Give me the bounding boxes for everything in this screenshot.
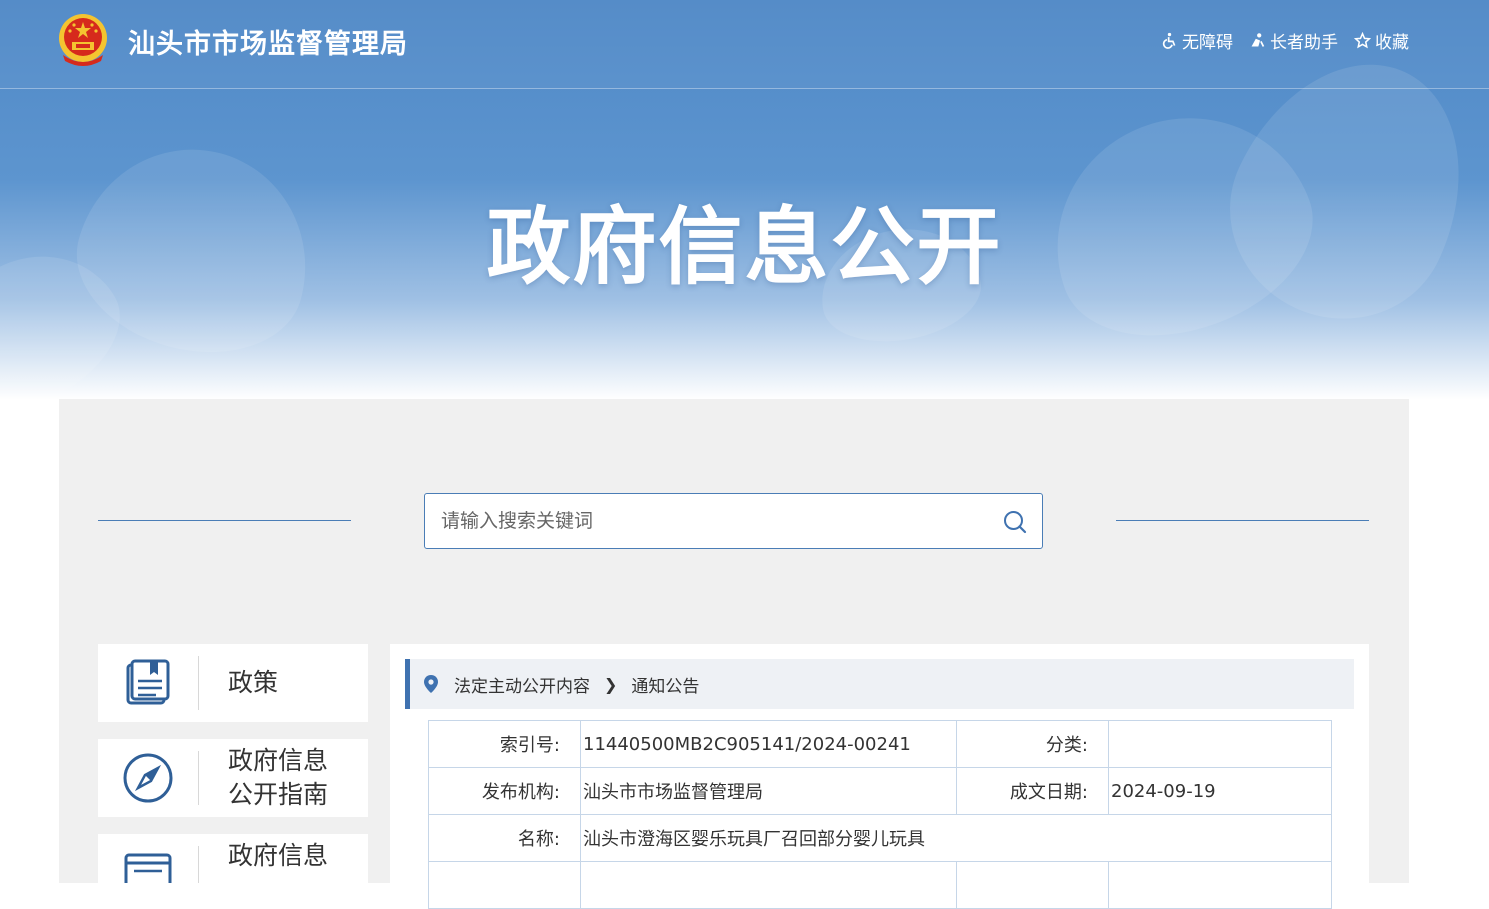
content-card: 法定主动公开内容 ❯ 通知公告 索引号: 11440500MB2C905141/… [390, 644, 1369, 909]
index-value: 11440500MB2C905141/2024-00241 [580, 720, 957, 768]
wheelchair-icon [1162, 32, 1176, 49]
elderly-assistant-link[interactable]: 长者助手 [1249, 28, 1338, 53]
elderly-assist-icon [1251, 33, 1265, 47]
sidebar-item-label: 政府信息 [228, 841, 329, 870]
sidebar-item-gov-info[interactable]: 政府信息 [98, 834, 368, 883]
table-cell [956, 861, 1109, 909]
date-value: 2024-09-19 [1108, 767, 1332, 815]
breadcrumb-link-statutory[interactable]: 法定主动公开内容 [454, 672, 590, 697]
category-value [1108, 720, 1332, 768]
table-row: 名称: 汕头市澄海区婴乐玩具厂召回部分婴儿玩具 [428, 814, 1332, 862]
separator [198, 656, 199, 710]
chevron-right-icon: ❯ [604, 674, 618, 694]
breadcrumb-link-notices[interactable]: 通知公告 [631, 672, 699, 697]
top-links: 无障碍 长者助手 收藏 [1161, 28, 1409, 53]
location-pin-icon [424, 675, 438, 693]
book-icon [126, 659, 170, 705]
document-meta-table: 索引号: 11440500MB2C905141/2024-00241 分类: 发… [428, 720, 1332, 909]
table-row [428, 861, 1332, 909]
star-icon [1354, 32, 1371, 49]
breadcrumb: 法定主动公开内容 ❯ 通知公告 [405, 659, 1354, 709]
publisher-label: 发布机构: [428, 767, 581, 815]
table-row: 发布机构: 汕头市市场监督管理局 成文日期: 2024-09-19 [428, 767, 1332, 815]
sidebar-item-guide[interactable]: 政府信息 公开指南 [98, 739, 368, 817]
table-cell [580, 861, 957, 909]
search-icon[interactable] [1002, 509, 1028, 535]
sidebar-item-label: 政策 [228, 668, 279, 697]
newspaper-icon [124, 853, 172, 883]
publisher-value: 汕头市市场监督管理局 [580, 767, 957, 815]
hero-title: 政府信息公开 [486, 198, 1003, 296]
separator [198, 751, 199, 805]
sidebar-item-label: 公开指南 [228, 780, 329, 809]
favorite-label: 收藏 [1375, 33, 1409, 53]
divider-line [1116, 520, 1369, 521]
compass-icon [123, 753, 173, 803]
sidebar-item-label: 政府信息 [228, 746, 329, 775]
table-cell [428, 861, 581, 909]
name-label: 名称: [428, 814, 581, 862]
separator [198, 846, 199, 883]
name-value: 汕头市澄海区婴乐玩具厂召回部分婴儿玩具 [580, 814, 1332, 862]
site-title[interactable]: 汕头市市场监督管理局 [128, 22, 408, 61]
main-panel: 政策 政府信息 公开指南 政府信息 法定主动公开内容 ❯ 通知 [59, 399, 1409, 909]
elderly-assistant-label: 长者助手 [1270, 33, 1338, 53]
search-input[interactable] [441, 494, 981, 548]
search-box [424, 493, 1043, 549]
national-emblem-logo[interactable] [57, 13, 109, 67]
divider-line [98, 520, 351, 521]
table-cell [1108, 861, 1332, 909]
favorite-link[interactable]: 收藏 [1354, 28, 1409, 53]
category-label: 分类: [956, 720, 1109, 768]
accessibility-link[interactable]: 无障碍 [1161, 28, 1233, 53]
index-label: 索引号: [428, 720, 581, 768]
header-banner: 汕头市市场监督管理局 无障碍 长者助手 收藏 政府信息公开 [0, 0, 1489, 400]
date-label: 成文日期: [956, 767, 1109, 815]
table-row: 索引号: 11440500MB2C905141/2024-00241 分类: [428, 720, 1332, 768]
sidebar-item-policy[interactable]: 政策 [98, 644, 368, 722]
accessibility-label: 无障碍 [1182, 33, 1233, 53]
